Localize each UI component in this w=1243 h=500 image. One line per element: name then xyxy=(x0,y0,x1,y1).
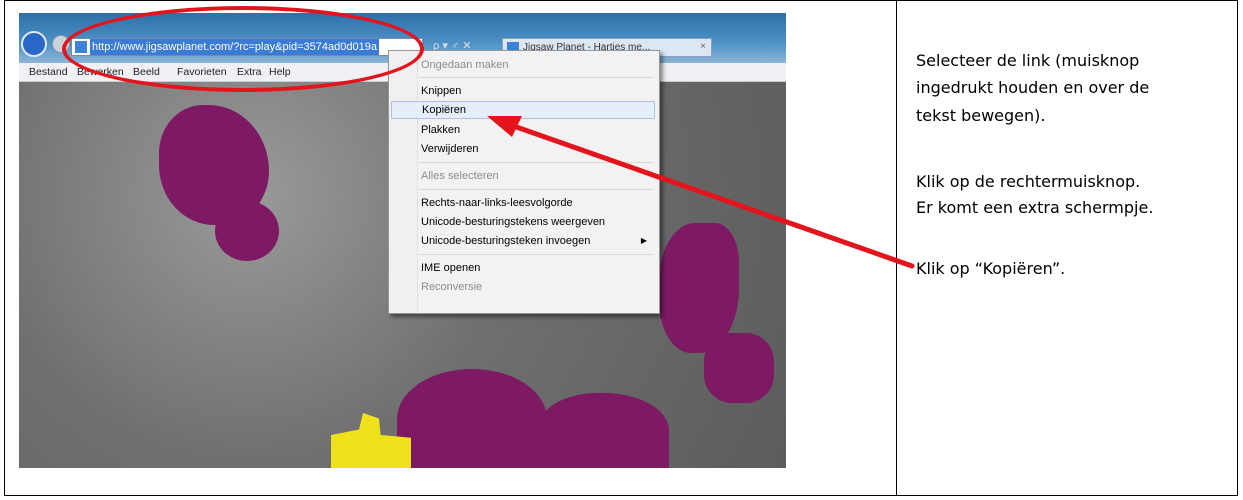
back-icon[interactable] xyxy=(21,31,47,57)
instruction-line-4: Klik op de rechtermuisknop. xyxy=(916,172,1141,191)
menu-separator xyxy=(419,254,653,255)
menu-item-rechts-naar-links[interactable]: Rechts-naar-links-leesvolgorde xyxy=(391,194,655,212)
menu-item-alles-selecteren[interactable]: Alles selecteren xyxy=(391,167,655,185)
menu-bestand[interactable]: Bestand xyxy=(29,66,68,78)
menu-item-reconversie[interactable]: Reconversie xyxy=(391,278,655,296)
instruction-line-1: Selecteer de link (muisknop xyxy=(916,51,1140,70)
menu-item-ongedaan-maken[interactable]: Ongedaan maken xyxy=(391,56,655,74)
menu-item-plakken[interactable]: Plakken xyxy=(391,121,655,139)
tab-close-icon[interactable]: × xyxy=(700,41,706,52)
puzzle-piece[interactable] xyxy=(215,201,279,261)
menu-separator xyxy=(419,77,653,78)
menu-item-knippen[interactable]: Knippen xyxy=(391,82,655,100)
menu-separator xyxy=(419,189,653,190)
annotation-ellipse xyxy=(62,6,424,92)
instruction-line-3: tekst bewegen). xyxy=(916,106,1046,125)
puzzle-piece[interactable] xyxy=(539,393,669,468)
column-divider xyxy=(896,0,897,496)
menu-item-unicode-weergeven[interactable]: Unicode-besturingstekens weergeven xyxy=(391,213,655,231)
context-menu: Ongedaan maken Knippen Kopiëren Plakken … xyxy=(388,50,660,314)
menu-item-unicode-invoegen[interactable]: Unicode-besturingsteken invoegen ▶ xyxy=(391,232,655,250)
menu-item-verwijderen[interactable]: Verwijderen xyxy=(391,140,655,158)
instruction-line-6: Klik op “Kopiëren”. xyxy=(916,259,1066,278)
menu-separator xyxy=(419,162,653,163)
menu-item-unicode-invoegen-label: Unicode-besturingsteken invoegen xyxy=(421,235,591,247)
menu-item-kopieren[interactable]: Kopiëren xyxy=(391,101,655,119)
instruction-line-5: Er komt een extra schermpje. xyxy=(916,198,1154,217)
submenu-arrow-icon: ▶ xyxy=(640,236,647,245)
puzzle-piece[interactable] xyxy=(704,333,774,403)
menu-item-ime-openen[interactable]: IME openen xyxy=(391,259,655,277)
instruction-line-2: ingedrukt houden en over de xyxy=(916,78,1150,97)
puzzle-piece[interactable] xyxy=(397,369,547,468)
